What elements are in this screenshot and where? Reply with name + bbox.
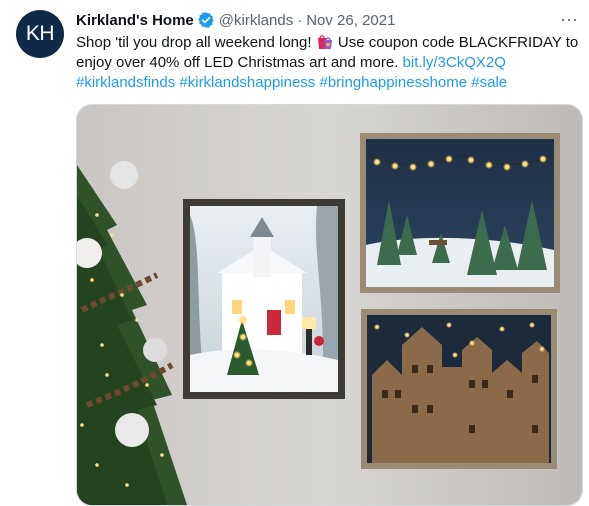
shopping-bags-emoji	[317, 35, 332, 49]
author-handle[interactable]: @kirklands	[219, 12, 293, 29]
header-separator: ·	[297, 11, 303, 29]
verified-badge-icon	[198, 12, 214, 28]
more-icon[interactable]: ···	[556, 8, 582, 30]
forest-canvas	[360, 133, 560, 293]
tweet-photo[interactable]	[76, 104, 583, 506]
tweet-text-start: Shop 'til you drop all weekend long!	[76, 34, 312, 51]
tweet-header: Kirkland's Home @kirklands · Nov 26, 202…	[76, 10, 395, 30]
hashtag-bringhappinesshome[interactable]: #bringhappinesshome	[319, 74, 467, 91]
church-canvas	[183, 199, 345, 399]
tweet[interactable]: KH Kirkland's Home @kirklands · Nov 26, …	[0, 0, 589, 506]
display-name[interactable]: Kirkland's Home	[76, 12, 194, 29]
tweet-text: Shop 'til you drop all weekend long! Use…	[76, 33, 580, 93]
hashtag-sale[interactable]: #sale	[471, 74, 507, 91]
photo-scene	[77, 105, 582, 505]
more-label: ···	[560, 8, 578, 29]
avatar[interactable]: KH	[16, 10, 64, 58]
tweet-link[interactable]: bit.ly/3CkQX2Q	[403, 54, 506, 71]
avatar-initials: KH	[25, 22, 55, 45]
hashtag-kirklandshappiness[interactable]: #kirklandshappiness	[179, 74, 315, 91]
tweet-date[interactable]: Nov 26, 2021	[306, 12, 395, 29]
village-canvas	[361, 309, 557, 469]
hashtag-kirklandsfinds[interactable]: #kirklandsfinds	[76, 74, 175, 91]
